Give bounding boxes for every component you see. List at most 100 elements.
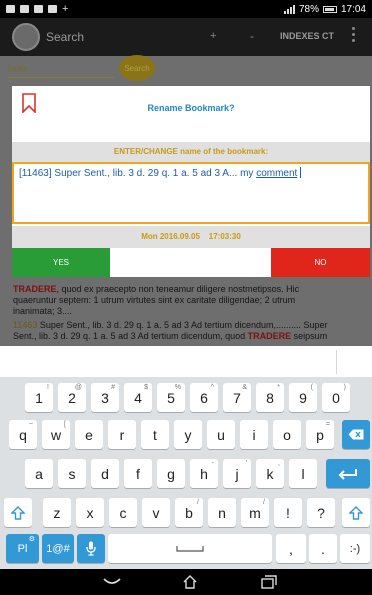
comma-key[interactable]: , [276, 534, 306, 563]
action-bar: Search + - INDEXES CT [0, 18, 372, 56]
key-f[interactable]: f [124, 459, 152, 488]
divider [336, 350, 337, 374]
bookmark-name-input[interactable]: [11463] Super Sent., lib. 3 d. 29 q. 1 a… [12, 162, 370, 224]
key-e[interactable]: e [75, 420, 103, 449]
search-label[interactable]: Search [46, 30, 84, 44]
space-key[interactable] [108, 534, 272, 563]
image-icon [48, 5, 57, 13]
key-9[interactable]: 9( [289, 383, 317, 412]
app-logo-icon[interactable] [12, 23, 40, 51]
key-0[interactable]: 0) [322, 383, 350, 412]
key-7[interactable]: 7 & [223, 383, 251, 412]
key-2[interactable]: 2 @ [58, 383, 86, 412]
key-j[interactable]: j ' [223, 459, 251, 488]
key-m[interactable]: m / [241, 498, 269, 527]
backspace-key[interactable] [342, 420, 370, 449]
enter-key[interactable] [326, 459, 370, 488]
status-time: 17:04 [340, 3, 366, 15]
result-text: quaeruntur septem: 1 utrum virtutes sint… [13, 295, 296, 305]
dialog-header: Rename Bookmark? [12, 86, 370, 142]
key-3[interactable]: 3 # [91, 383, 119, 412]
home-button[interactable] [181, 575, 199, 589]
key-g[interactable]: g [157, 459, 185, 488]
dialog-subtitle: ENTER/CHANGE name of the bookmark: [12, 142, 370, 162]
status-bar: + 78% 17:04 [0, 0, 372, 18]
notification-icon [34, 5, 43, 13]
backspace-icon [348, 429, 364, 440]
key-o[interactable]: o [273, 420, 301, 449]
bookmark-date: Mon 2016.09.05 [141, 232, 200, 241]
shift-key-left[interactable] [4, 498, 32, 527]
wifi-icon [6, 5, 15, 13]
no-button[interactable]: NO [271, 248, 370, 277]
shift-icon [349, 505, 363, 520]
key-?[interactable]: ? [307, 498, 335, 527]
symbols-key[interactable]: 1@# [42, 534, 74, 563]
key-6[interactable]: 6 ^ [190, 383, 218, 412]
battery-percent: 78% [298, 3, 319, 15]
key-![interactable]: ! [274, 498, 302, 527]
key-a[interactable]: a [25, 459, 53, 488]
space-icon [176, 545, 204, 552]
key-i[interactable]: i [240, 420, 268, 449]
key-y[interactable]: y [174, 420, 202, 449]
key-4[interactable]: 4 $ [124, 383, 152, 412]
zoom-in-button[interactable]: + [210, 30, 216, 42]
key-b[interactable]: b / [175, 498, 203, 527]
zoom-out-button[interactable]: - [250, 29, 254, 43]
key-5[interactable]: 5% [157, 383, 185, 412]
result-text: Sent., lib. 3 d. 29 q. 1 a. 5 ad 3 Ad te… [13, 331, 328, 341]
screen: + 78% 17:04 Search + - INDEXES CT Index … [0, 0, 372, 595]
key-v[interactable]: v [142, 498, 170, 527]
recents-button[interactable] [260, 575, 278, 589]
suggestion-strip [0, 346, 372, 377]
rename-bookmark-dialog: Rename Bookmark? ENTER/CHANGE name of th… [12, 86, 370, 277]
result-text: TRADERE, quod ex praecepto non teneamur … [13, 284, 300, 294]
navigation-bar [0, 569, 372, 595]
key-s[interactable]: s [58, 459, 86, 488]
recents-icon [261, 575, 277, 589]
key-q[interactable]: q ~ [9, 420, 37, 449]
key-u[interactable]: u [207, 420, 235, 449]
text-caret [300, 167, 302, 178]
battery-icon [322, 5, 337, 13]
emoji-key[interactable]: :-) [340, 534, 370, 563]
key-z[interactable]: z [43, 498, 71, 527]
key-w[interactable]: w[ [42, 420, 70, 449]
key-l[interactable]: l [289, 459, 317, 488]
notification-icon [20, 5, 29, 13]
key-h[interactable]: h- [190, 459, 218, 488]
index-input[interactable]: Index [8, 64, 114, 78]
shift-icon [11, 505, 25, 520]
shift-key-right[interactable] [342, 498, 370, 527]
enter-icon [338, 468, 357, 480]
indexes-button[interactable]: INDEXES CT [280, 31, 334, 41]
voice-input-key[interactable] [77, 534, 105, 563]
key-x[interactable]: x [76, 498, 104, 527]
plus-icon: + [62, 2, 69, 15]
back-button[interactable] [103, 575, 121, 589]
soft-keyboard: 1! 2 @3 #4 $5% 6 ^ 7 & 8 * 9(0) q ~ w[e r t y u i o p = asdfg… [0, 377, 372, 569]
key-1[interactable]: 1! [25, 383, 53, 412]
key-k[interactable]: k, [256, 459, 284, 488]
period-key[interactable]: . [309, 534, 337, 563]
language-key[interactable]: Pl ⚙ [6, 534, 39, 563]
key-d[interactable]: d [91, 459, 119, 488]
search-button[interactable]: Search [119, 55, 155, 81]
key-n[interactable]: n [208, 498, 236, 527]
home-icon [183, 575, 197, 589]
key-r[interactable]: r [108, 420, 136, 449]
bookmark-time: 17:03:30 [208, 232, 241, 241]
overflow-menu-icon[interactable] [352, 27, 356, 42]
key-t[interactable]: t [141, 420, 169, 449]
mic-icon [86, 541, 96, 556]
yes-button[interactable]: YES [12, 248, 110, 277]
key-8[interactable]: 8 * [256, 383, 284, 412]
dialog-button-spacer [110, 248, 271, 277]
back-icon [103, 578, 121, 584]
key-p[interactable]: p = [306, 420, 334, 449]
bookmark-timestamp: Mon 2016.09.05 17:03:30 [12, 226, 370, 248]
key-c[interactable]: c [109, 498, 137, 527]
result-text: inanimata; 3.... [13, 306, 73, 316]
signal-icon [283, 4, 295, 14]
